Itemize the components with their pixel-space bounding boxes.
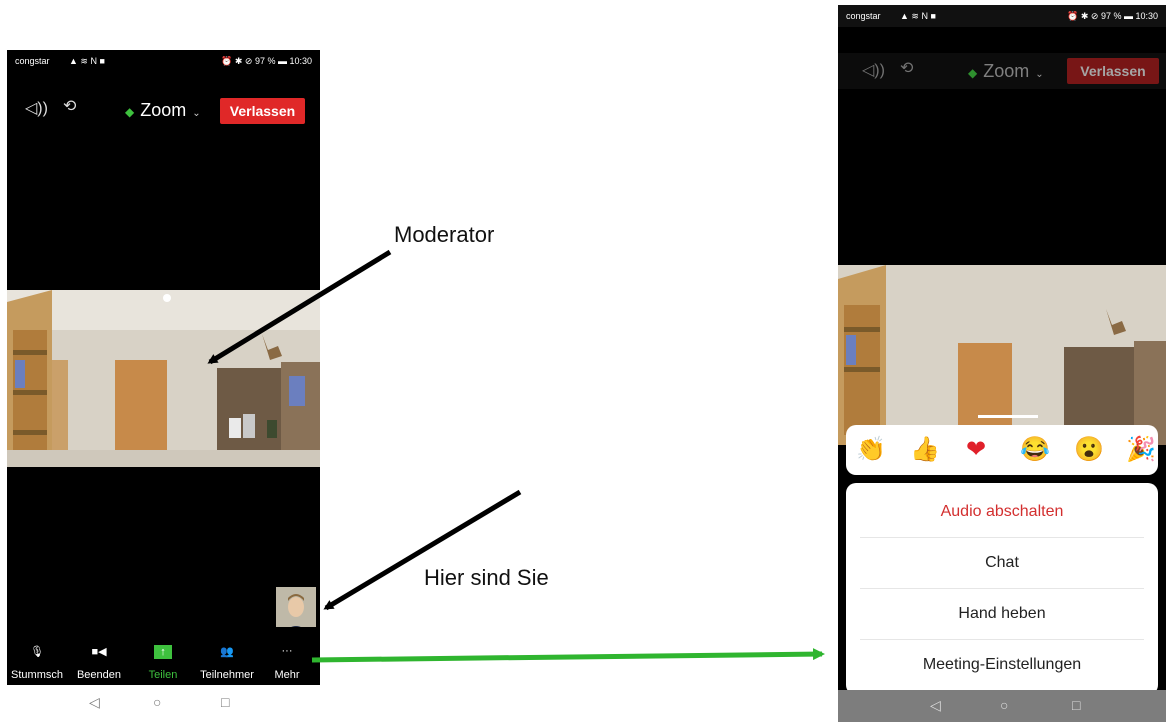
more-menu-arrow — [311, 648, 825, 663]
annotation-arrows — [207, 249, 825, 663]
moderator-arrow — [207, 249, 392, 365]
self-arrow — [323, 489, 522, 611]
